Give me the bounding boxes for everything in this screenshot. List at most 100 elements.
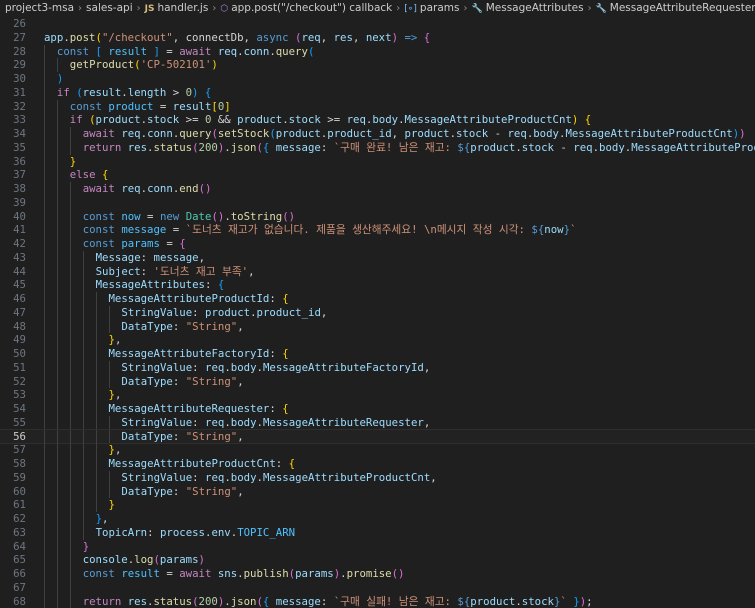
indent-guide [56,182,58,196]
code-line[interactable]: 32 const product = result[0] [0,99,755,114]
breadcrumb: project3-msa › sales-api › JS handler.js › ⬡ app… [0,0,755,17]
indent-guide [69,402,71,416]
code-token: StringValue [121,470,193,484]
code-token: next [365,30,392,44]
code-token: ` [570,223,577,237]
indent-guide [44,195,45,210]
breadcrumb-item[interactable]: 🔧 MessageAttributes [471,2,583,14]
code-token: req [573,140,593,154]
code-line[interactable]: 49}, [0,333,755,347]
breadcrumb-item[interactable]: JS handler.js [145,2,209,14]
code-line[interactable]: 48 DataType: "String", [0,319,755,334]
code-line[interactable]: 33 if (product.stock >= 0 && product.stoc… [0,113,755,127]
code-token: ) [211,58,218,72]
code-token: ${ [531,223,545,237]
code-line[interactable]: 28 const [ result ] = await req.conn.quer… [0,44,755,59]
code-line[interactable]: 30) [0,72,755,86]
code-token: await [179,44,212,58]
js-file-icon: JS [144,4,155,14]
indent-guide [44,429,45,444]
indent-guide [56,470,58,485]
code-line[interactable]: 31 if (result.length > 0) { [0,85,755,100]
line-number: 28 [13,44,26,58]
code-token: : [320,594,334,608]
code-line[interactable]: 39 [0,195,755,210]
code-text: const product = result[0] [70,100,231,114]
code-line[interactable]: 26 [0,17,755,31]
code-line[interactable]: 40 const now = new Date().toString() [0,209,755,224]
code-line[interactable]: 47 StringValue: product.product_id, [0,305,755,320]
code-line[interactable]: 64} [0,539,755,554]
indent-guide [56,374,58,389]
code-line[interactable]: 63 TopicArn: process.env.TOPIC_ARN [0,525,755,540]
code-line[interactable]: 41 const message = `도너츠 재고가 없습니다. 제품을 생산해… [0,223,755,237]
code-line[interactable]: 68 return res.status(200).json({ message:… [0,594,755,608]
code-token: { [282,402,289,415]
code-line[interactable]: 46 MessageAttributeProductId: { [0,292,755,306]
indent-guide [82,333,84,347]
indent-guide [69,374,71,389]
code-line[interactable]: 65 console.log(params) [0,553,755,567]
code-token: if [69,113,83,127]
line-number: 64 [13,539,26,553]
code-token: body [533,127,559,140]
code-line[interactable]: 59 StringValue: req.body.MessageAttribute… [0,470,755,485]
breadcrumb-item[interactable]: 🔧 MessageAttributeRequester [596,2,755,14]
code-token: = [140,209,160,223]
breadcrumb-item[interactable]: project3-msa [5,2,74,14]
indent-guide [56,140,58,155]
code-line[interactable]: 37 else { [0,168,755,182]
code-line[interactable]: 35 return res.status(200).json({ message:… [0,140,755,155]
code-line[interactable]: 66 const result = await sns.publish(param… [0,567,755,581]
code-line[interactable]: 34 await req.conn.query(setStock(product.… [0,127,755,141]
code-line[interactable]: 58 MessageAttributeProductCnt: { [0,457,755,471]
breadcrumb-item[interactable]: [∘] params [404,2,459,14]
breadcrumb-item[interactable]: sales-api [86,2,133,14]
code-token: StringValue [121,305,193,319]
code-token: StringValue [121,415,193,429]
code-line[interactable]: 27 app.post("/checkout", connectDb, async… [0,31,755,45]
code-line[interactable]: 44 Subject: '도너츠 재고 부족', [0,264,755,279]
code-token: : [320,140,334,154]
code-line[interactable]: 38 await req.conn.end() [0,182,755,196]
code-token: body [230,415,257,429]
code-line[interactable]: 42 const params = { [0,237,755,251]
indent-guide [69,594,71,608]
code-token: ${ [457,594,471,608]
line-number: 56 [13,429,26,443]
code-line[interactable]: 50 MessageAttributeFactoryId: { [0,347,755,361]
code-line[interactable]: 53}, [0,388,755,402]
line-number: 57 [13,443,26,457]
code-line[interactable]: 52 DataType: "String", [0,374,755,389]
chevron-right-icon: › [78,3,83,14]
code-line[interactable]: 51 StringValue: req.body.MessageAttribute… [0,360,755,375]
code-text: MessageAttributeFactoryId: { [109,347,289,361]
code-line[interactable]: 57}, [0,443,755,457]
code-line[interactable]: 56 DataType: "String", [0,428,755,445]
code-token: , [114,388,122,402]
code-token: length [127,85,167,99]
code-line[interactable]: 29 getProduct('CP-502101') [0,58,755,72]
indent-guide [82,429,84,444]
code-editor[interactable]: 26 27 app.post("/checkout", connectDb, asy… [0,17,755,608]
code-line[interactable]: 61} [0,498,755,512]
indent-guide [82,415,84,430]
code-line[interactable]: 62}, [0,512,755,526]
code-line[interactable]: 45 MessageAttributes: { [0,278,755,292]
indent-guide [82,484,84,499]
indent-guide [44,498,45,512]
breadcrumb-item[interactable]: ⬡ app.post("/checkout") callback [220,2,392,14]
indent-guide [82,319,84,334]
code-line[interactable]: 60 DataType: "String", [0,484,755,499]
code-token: product [108,99,154,113]
indent-guide [56,195,58,210]
code-line[interactable]: 55 StringValue: req.body.MessageAttribute… [0,415,755,430]
indent-guide [44,58,45,72]
cube-icon: ⬡ [220,4,229,14]
code-line[interactable]: 36} [0,154,755,169]
code-text: DataType: "String", [121,485,243,499]
code-line[interactable]: 43 Message: message, [0,250,755,265]
code-token: , [423,415,431,429]
code-line[interactable]: 54 MessageAttributeRequester: { [0,402,755,416]
code-line[interactable]: 67 [0,580,755,595]
